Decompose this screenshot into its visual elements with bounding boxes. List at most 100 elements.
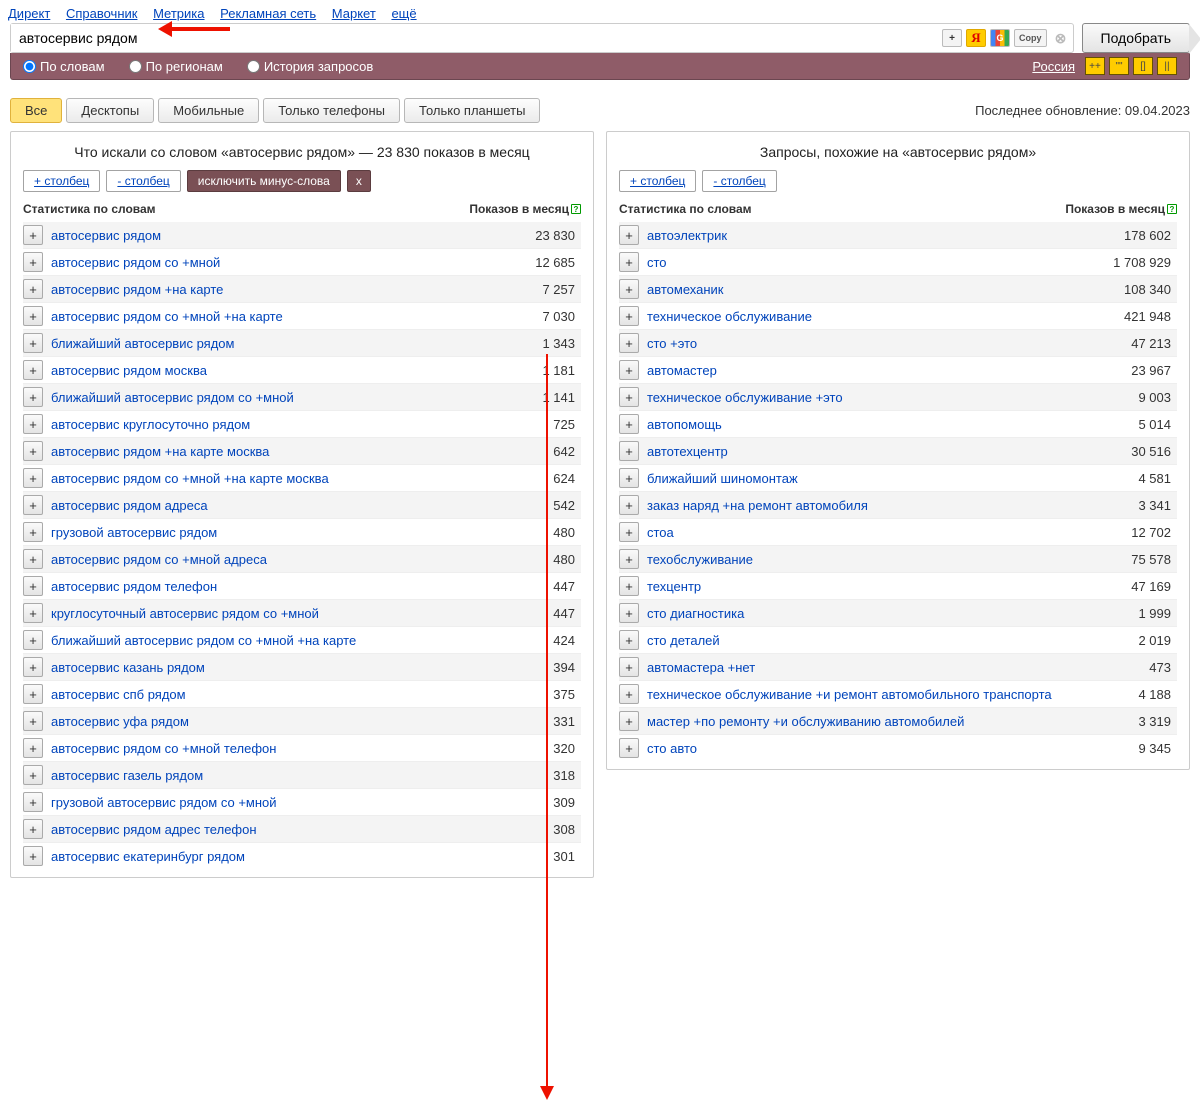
add-keyword-button[interactable]: + — [619, 522, 639, 542]
keyword-link[interactable]: автомастера +нет — [647, 660, 755, 675]
add-keyword-button[interactable]: + — [23, 846, 43, 866]
keyword-link[interactable]: автосервис рядом со +мной +на карте — [51, 309, 283, 324]
keyword-link[interactable]: автосервис рядом телефон — [51, 579, 217, 594]
keyword-link[interactable]: ближайший автосервис рядом — [51, 336, 234, 351]
keyword-link[interactable]: ближайший автосервис рядом со +мной — [51, 390, 294, 405]
add-keyword-button[interactable]: + — [23, 576, 43, 596]
keyword-link[interactable]: автомастер — [647, 363, 717, 378]
mode-history[interactable]: История запросов — [247, 59, 374, 74]
op-plusplus-button[interactable]: ++ — [1085, 57, 1105, 75]
add-keyword-button[interactable]: + — [23, 522, 43, 542]
op-brackets-button[interactable]: [] — [1133, 57, 1153, 75]
keyword-link[interactable]: автосервис рядом +на карте — [51, 282, 223, 297]
add-keyword-button[interactable]: + — [23, 414, 43, 434]
copy-button[interactable]: Copy — [1014, 29, 1047, 47]
keyword-link[interactable]: автосервис рядом москва — [51, 363, 207, 378]
keyword-link[interactable]: ближайший шиномонтаж — [647, 471, 798, 486]
keyword-link[interactable]: автосервис газель рядом — [51, 768, 203, 783]
add-keyword-button[interactable]: + — [23, 252, 43, 272]
keyword-link[interactable]: автосервис уфа рядом — [51, 714, 189, 729]
add-keyword-button[interactable]: + — [23, 711, 43, 731]
tab-all[interactable]: Все — [10, 98, 62, 123]
add-keyword-button[interactable]: + — [619, 468, 639, 488]
search-input[interactable] — [11, 24, 940, 52]
add-keyword-button[interactable]: + — [619, 576, 639, 596]
topnav-link[interactable]: Рекламная сеть — [220, 6, 316, 21]
keyword-link[interactable]: автосервис круглосуточно рядом — [51, 417, 250, 432]
keyword-link[interactable]: автосервис спб рядом — [51, 687, 186, 702]
keyword-link[interactable]: мастер +по ремонту +и обслуживанию автом… — [647, 714, 964, 729]
keyword-link[interactable]: стоа — [647, 525, 674, 540]
add-keyword-button[interactable]: + — [619, 441, 639, 461]
keyword-link[interactable]: автосервис рядом со +мной — [51, 255, 220, 270]
add-keyword-button[interactable]: + — [23, 657, 43, 677]
add-keyword-button[interactable]: + — [23, 441, 43, 461]
region-link[interactable]: Россия — [1032, 59, 1075, 74]
add-keyword-button[interactable]: + — [619, 684, 639, 704]
add-keyword-button[interactable]: + — [619, 360, 639, 380]
topnav-link[interactable]: Справочник — [66, 6, 138, 21]
keyword-link[interactable]: техническое обслуживание +и ремонт автом… — [647, 687, 1052, 702]
keyword-link[interactable]: автосервис рядом со +мной адреса — [51, 552, 267, 567]
keyword-link[interactable]: автоэлектрик — [647, 228, 727, 243]
add-keyword-button[interactable]: + — [619, 603, 639, 623]
keyword-link[interactable]: сто — [647, 255, 667, 270]
keyword-link[interactable]: автосервис рядом со +мной +на карте моск… — [51, 471, 329, 486]
add-keyword-button[interactable]: + — [23, 333, 43, 353]
add-keyword-button[interactable]: + — [23, 549, 43, 569]
keyword-link[interactable]: автопомощь — [647, 417, 722, 432]
add-keyword-button[interactable]: + — [23, 468, 43, 488]
add-keyword-button[interactable]: + — [23, 765, 43, 785]
tab-tablets[interactable]: Только планшеты — [404, 98, 540, 123]
keyword-link[interactable]: заказ наряд +на ремонт автомобиля — [647, 498, 868, 513]
add-keyword-button[interactable]: + — [619, 738, 639, 758]
google-icon[interactable]: G — [990, 29, 1010, 47]
keyword-link[interactable]: автомеханик — [647, 282, 723, 297]
add-keyword-button[interactable]: + — [23, 225, 43, 245]
keyword-link[interactable]: техническое обслуживание — [647, 309, 812, 324]
add-keyword-button[interactable]: + — [619, 711, 639, 731]
keyword-link[interactable]: сто диагностика — [647, 606, 744, 621]
add-keyword-button[interactable]: + — [619, 306, 639, 326]
add-keyword-button[interactable]: + — [23, 738, 43, 758]
tab-mobile[interactable]: Мобильные — [158, 98, 259, 123]
add-keyword-button[interactable]: + — [619, 279, 639, 299]
add-keyword-button[interactable]: + — [619, 495, 639, 515]
keyword-link[interactable]: ближайший автосервис рядом со +мной +на … — [51, 633, 356, 648]
add-keyword-button[interactable]: + — [23, 792, 43, 812]
add-keyword-button[interactable]: + — [619, 414, 639, 434]
help-icon[interactable]: ? — [1167, 204, 1177, 214]
op-pipes-button[interactable]: || — [1157, 57, 1177, 75]
add-keyword-button[interactable]: + — [619, 549, 639, 569]
keyword-link[interactable]: автосервис рядом адреса — [51, 498, 208, 513]
add-keyword-button[interactable]: + — [23, 819, 43, 839]
keyword-link[interactable]: автотехцентр — [647, 444, 728, 459]
topnav-link-more[interactable]: ещё — [391, 6, 416, 21]
keyword-link[interactable]: автосервис рядом адрес телефон — [51, 822, 257, 837]
add-keyword-button[interactable]: + — [23, 360, 43, 380]
topnav-link[interactable]: Директ — [8, 6, 50, 21]
clear-icon[interactable]: ⊗ — [1051, 29, 1071, 47]
keyword-link[interactable]: автосервис казань рядом — [51, 660, 205, 675]
add-keyword-button[interactable]: + — [619, 225, 639, 245]
keyword-link[interactable]: автосервис екатеринбург рядом — [51, 849, 245, 864]
keyword-link[interactable]: грузовой автосервис рядом — [51, 525, 217, 540]
add-keyword-button[interactable]: + — [619, 657, 639, 677]
add-keyword-button[interactable]: + — [619, 630, 639, 650]
close-minuswords-button[interactable]: x — [347, 170, 371, 192]
remove-column-button[interactable]: - столбец — [106, 170, 180, 192]
mode-by-words[interactable]: По словам — [23, 59, 105, 74]
add-keyword-button[interactable]: + — [619, 387, 639, 407]
keyword-link[interactable]: техобслуживание — [647, 552, 753, 567]
keyword-link[interactable]: сто авто — [647, 741, 697, 756]
keyword-link[interactable]: техническое обслуживание +это — [647, 390, 843, 405]
keyword-link[interactable]: автосервис рядом — [51, 228, 161, 243]
add-column-button[interactable]: + столбец — [619, 170, 696, 192]
submit-button[interactable]: Подобрать — [1082, 23, 1191, 53]
topnav-link[interactable]: Маркет — [332, 6, 376, 21]
mode-by-regions[interactable]: По регионам — [129, 59, 223, 74]
remove-column-button[interactable]: - столбец — [702, 170, 776, 192]
op-quotes-button[interactable]: "" — [1109, 57, 1129, 75]
add-keyword-button[interactable]: + — [619, 252, 639, 272]
add-keyword-button[interactable]: + — [23, 630, 43, 650]
